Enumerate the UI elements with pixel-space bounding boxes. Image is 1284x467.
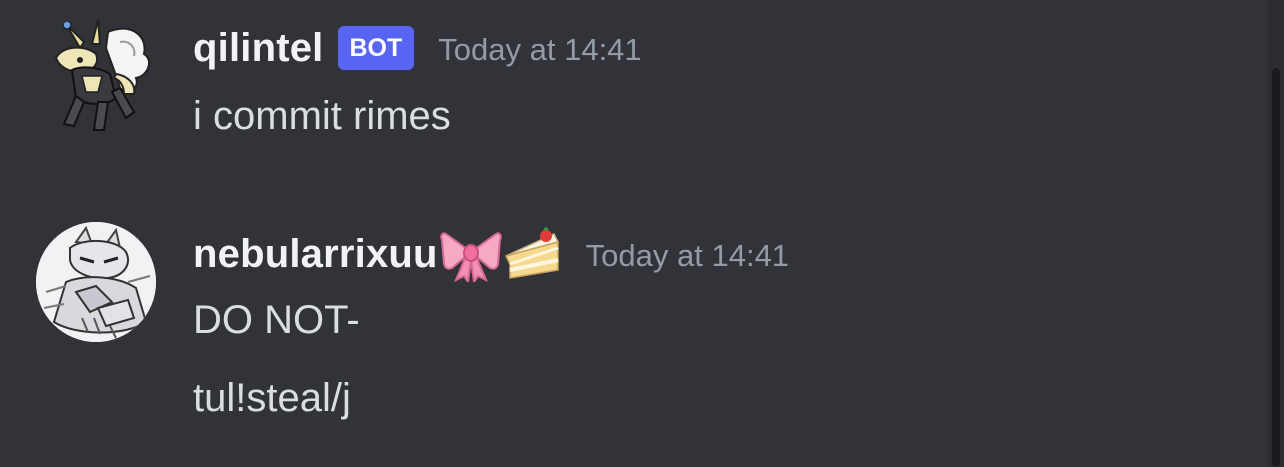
message-content: DO NOT- bbox=[193, 298, 360, 342]
timestamp[interactable]: Today at 14:41 bbox=[586, 234, 789, 274]
username-emojis bbox=[439, 226, 562, 282]
message-item[interactable]: nebularrixuu Today at 14:41 DO NOT- tul!… bbox=[0, 200, 1260, 467]
username[interactable]: nebularrixuu bbox=[193, 232, 438, 277]
scrollbar[interactable] bbox=[1268, 0, 1284, 467]
avatar[interactable] bbox=[36, 14, 156, 134]
qilin-avatar-icon bbox=[54, 19, 151, 131]
sketch-avatar-icon bbox=[36, 222, 156, 342]
message-header: nebularrixuu Today at 14:41 bbox=[193, 226, 789, 282]
bot-badge: BOT bbox=[337, 26, 415, 70]
avatar[interactable] bbox=[36, 222, 156, 342]
chat-messages: qilintel BOT Today at 14:41 i commit rim… bbox=[0, 0, 1284, 467]
cake-slice-emoji-icon bbox=[504, 226, 559, 279]
username[interactable]: qilintel bbox=[193, 26, 324, 71]
scrollbar-thumb[interactable] bbox=[1272, 68, 1280, 467]
message-header: qilintel BOT Today at 14:41 bbox=[193, 22, 642, 74]
ribbon-emoji-icon bbox=[439, 232, 502, 282]
message-item[interactable]: qilintel BOT Today at 14:41 i commit rim… bbox=[0, 0, 1260, 160]
message-content: tul!steal/j bbox=[193, 376, 351, 420]
message-content: i commit rimes bbox=[193, 94, 451, 138]
timestamp[interactable]: Today at 14:41 bbox=[438, 28, 641, 68]
